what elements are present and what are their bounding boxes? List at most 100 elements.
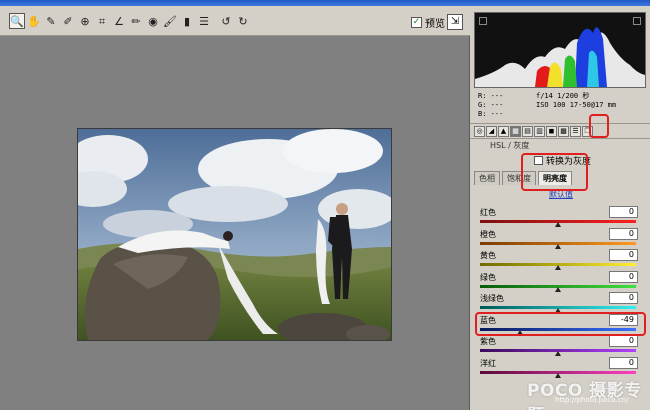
adjustment-brush-tool[interactable]: 🖌 [162, 13, 178, 29]
slider-value-input[interactable]: 0 [609, 292, 638, 304]
slider-label: 洋红 [480, 358, 496, 368]
list-icon: ☰ [199, 14, 209, 28]
readout-r: R: --- [478, 92, 504, 100]
slider-label: 紫色 [480, 337, 496, 346]
basic-icon: ◎ [476, 126, 483, 135]
slider-row-1: 橙色 0 [470, 227, 650, 249]
zoom-tool[interactable]: 🔍 [9, 13, 25, 29]
slider-value-input[interactable]: 0 [609, 249, 638, 261]
graduated-filter-tool[interactable]: ▮ [179, 13, 195, 29]
preview-checkbox[interactable]: ✓ [411, 16, 422, 28]
straighten-tool[interactable]: ∠ [111, 13, 127, 29]
panel-tab-detail[interactable]: ▲ [498, 125, 509, 137]
crop-icon: ⌗ [98, 14, 106, 28]
target-icon: ⊕ [80, 14, 90, 28]
preview-toggle[interactable]: ✓ 预览 [411, 15, 445, 30]
slider-thumb[interactable] [555, 351, 561, 356]
white-balance-tool[interactable]: ✎ [43, 13, 59, 29]
histogram-graph [475, 27, 645, 87]
panel-tab-tone-curve[interactable]: ◢ [486, 125, 497, 137]
rotate-right-tool[interactable]: ↻ [235, 13, 251, 29]
highlight-clipping-indicator[interactable] [633, 17, 641, 25]
panel-tab-presets[interactable]: ☰ [570, 125, 581, 137]
fullscreen-button[interactable]: ⇲ [447, 14, 463, 30]
target-adjust-tool[interactable]: ⊕ [77, 13, 93, 29]
tone-curve-icon: ◢ [488, 126, 495, 135]
eyedropper-plus-icon: ✐ [63, 14, 73, 28]
hand-icon: ✋ [27, 14, 41, 28]
slider-row-3: 绿色 0 [470, 270, 650, 292]
paintbrush-icon: 🖌 [163, 14, 177, 28]
color-sampler-tool[interactable]: ✐ [60, 13, 76, 29]
presets-icon: ☰ [572, 126, 579, 135]
slider-label: 黄色 [480, 251, 496, 260]
red-eye-tool[interactable]: ◉ [145, 13, 161, 29]
gradient-icon: ▮ [183, 14, 191, 28]
annotation-blue-slider-highlight [475, 312, 646, 336]
readout-b: B: --- [478, 110, 504, 118]
rotate-left-icon: ↺ [221, 14, 231, 28]
panel-tab-lens[interactable]: ▥ [534, 125, 545, 137]
adjustments-panel: R: --- G: --- B: --- f/14 1/200 秒 ISO 10… [470, 6, 650, 410]
shadow-clipping-indicator[interactable] [479, 17, 487, 25]
panel-tab-split-toning[interactable]: ▤ [522, 125, 533, 137]
annotation-subtab-highlight [521, 153, 588, 191]
panel-tab-hsl[interactable]: ▦ [510, 125, 521, 137]
annotation-hsl-tab-highlight [589, 114, 609, 138]
slider-row-6: 紫色 0 [470, 335, 650, 356]
readout-exposure: f/14 1/200 秒 [536, 92, 590, 100]
magnifier-icon: 🔍 [10, 14, 24, 28]
slider-label: 绿色 [480, 272, 496, 282]
slider-label: 橙色 [480, 229, 496, 239]
slider-label: 浅绿色 [480, 294, 504, 303]
readout-iso-lens: ISO 100 17-50@17 mm [536, 101, 617, 109]
pixel-readout: R: --- G: --- B: --- f/14 1/200 秒 ISO 10… [478, 92, 646, 122]
slider-value-input[interactable]: 0 [609, 206, 638, 218]
section-title: HSL / 灰度 [490, 141, 530, 150]
wedding-photo-image [78, 129, 391, 340]
lens-icon: ▥ [536, 126, 543, 135]
panel-tab-basic[interactable]: ◎ [474, 125, 485, 137]
histogram [474, 12, 646, 88]
panel-tab-effects[interactable]: ◼ [546, 125, 557, 137]
panel-tab-calibration[interactable]: ▩ [558, 125, 569, 137]
toolbar: 🔍 ✋ ✎ ✐ ⊕ ⌗ ∠ ✏ ◉ 🖌 ▮ ☰ ↺ ↻ ✓ 预览 ⇲ [0, 6, 470, 36]
crop-tool[interactable]: ⌗ [94, 13, 110, 29]
eyedropper-icon: ✎ [46, 14, 56, 28]
slider-thumb[interactable] [555, 286, 561, 292]
slider-thumb[interactable] [555, 222, 561, 227]
readout-g: G: --- [478, 101, 504, 109]
brush-icon: ✏ [131, 14, 141, 28]
preferences-tool[interactable]: ☰ [196, 13, 212, 29]
hand-tool[interactable]: ✋ [26, 13, 42, 29]
angle-icon: ∠ [114, 14, 124, 28]
subtab-0[interactable]: 色相 [474, 171, 500, 185]
slider-thumb[interactable] [555, 243, 561, 249]
slider-value-input[interactable]: 0 [609, 227, 638, 240]
slider-value-input[interactable]: 0 [609, 335, 638, 347]
image-canvas[interactable] [0, 36, 470, 410]
hsl-icon: ▦ [512, 126, 519, 135]
slider-row-0: 红色 0 [470, 206, 650, 227]
slider-label: 红色 [480, 208, 496, 217]
preview-label: 预览 [425, 18, 445, 30]
spot-removal-tool[interactable]: ✏ [128, 13, 144, 29]
panel-tab-bar: ◎ ◢ ▲ ▦ ▤ ▥ ◼ ▩ ☰ ❐ [470, 123, 650, 139]
fullscreen-icon: ⇲ [450, 16, 460, 27]
photo-preview [77, 128, 392, 341]
rotate-right-icon: ↻ [238, 14, 248, 28]
split-toning-icon: ▤ [524, 126, 531, 135]
watermark-url: http://photo.poco.cn/ [555, 396, 629, 404]
slider-value-input[interactable]: 0 [609, 356, 638, 369]
eye-icon: ◉ [148, 14, 158, 28]
slider-row-7: 洋红 0 [470, 356, 650, 378]
detail-icon: ▲ [500, 126, 507, 135]
watermark-brand: POCO 摄影专题 [527, 381, 642, 410]
calibration-icon: ▩ [560, 126, 567, 135]
slider-row-2: 黄色 0 [470, 249, 650, 270]
rotate-left-tool[interactable]: ↺ [218, 13, 234, 29]
effects-icon: ◼ [548, 126, 555, 135]
slider-value-input[interactable]: 0 [609, 270, 638, 283]
slider-row-4: 浅绿色 0 [470, 292, 650, 313]
slider-thumb[interactable] [555, 265, 561, 270]
